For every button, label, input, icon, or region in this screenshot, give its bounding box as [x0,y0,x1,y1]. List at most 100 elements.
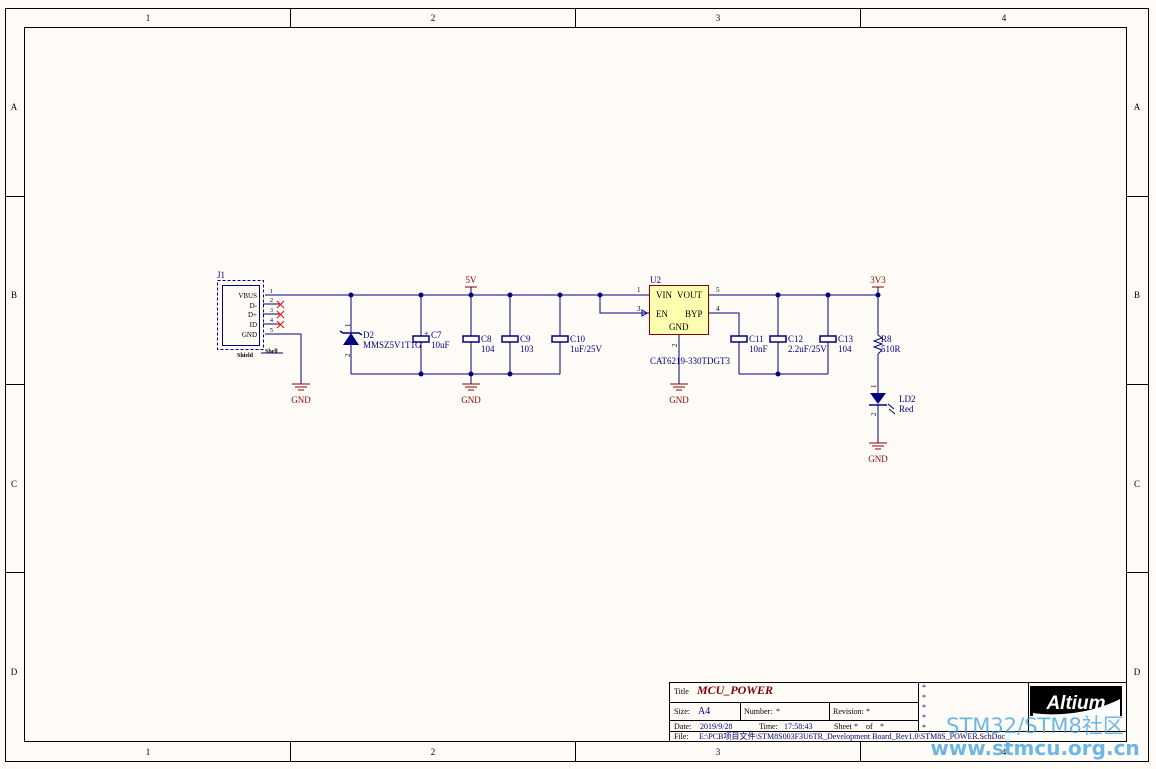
title-block-star-3: * [922,703,926,712]
title-label: Title [674,687,689,696]
c8-value: 104 [481,344,495,354]
wires [265,287,879,443]
date-label: Date: [674,722,691,731]
row-label-right-b: B [1134,290,1140,300]
d2-pin2: 2 [344,353,352,357]
gnd-symbol-input: GND [461,383,481,405]
gnd-label-j1: GND [291,395,311,405]
r8-value: 510R [881,344,901,354]
c12-ref: C12 [788,334,803,344]
row-label-left-d: D [11,667,18,677]
gnd-label-u2: GND [669,395,689,405]
ld2-pin2: 2 [870,412,878,416]
resistor-r8: R8 510R [872,334,901,355]
title-block-star-5: * [922,723,926,732]
time-value: 17:58:43 [784,722,812,731]
net-5v-label: 5V [466,275,478,285]
date-value: 2019/9/28 [700,722,732,731]
size-value: A4 [698,706,710,717]
revision-label: Revision: [833,707,864,716]
j1-pin-num-1: 1 [270,289,273,295]
title-block-star-4: * [922,713,926,722]
j1-pin-name-gnd: GND [242,331,257,339]
ld2-ref: LD2 [899,394,916,404]
col-label-bottom-1: 1 [146,747,151,757]
gnd-symbol-led: GND [868,442,888,464]
j1-pin-num-4: 4 [270,318,273,324]
title-value: MCU_POWER [696,683,773,697]
frame-labels: 1 2 3 4 1 2 3 4 A B C D A B C D [11,13,1141,757]
row-label-right-d: D [1134,667,1141,677]
sheet-frame [5,8,1149,762]
j1-shell-label: Shell [265,349,278,355]
gnd-label-led: GND [868,454,888,464]
power-port-3v3: 3V3 [870,275,886,288]
u2-pin-gnd: GND [669,322,689,332]
c13-value: 104 [838,344,852,354]
u2-pinnum-vin: 1 [637,286,641,294]
regulator-u2: U2 VIN VOUT EN BYP GND 1 3 5 4 2 CAT6219… [637,275,730,366]
u2-pin-vout: VOUT [677,290,702,300]
col-label-bottom-3: 3 [716,747,721,757]
gnd-label-input: GND [461,395,481,405]
size-label: Size: [674,707,690,716]
number-label: Number: [744,707,772,716]
col-label-top-1: 1 [146,13,151,23]
r8-ref: R8 [881,334,892,344]
c11-ref: C11 [749,334,764,344]
col-label-top-2: 2 [431,13,436,23]
j1-pin-num-3: 3 [270,308,273,314]
j1-pin-name-dplus: D+ [248,311,257,319]
altium-logo: Altium [1030,686,1122,716]
c10-value: 1uF/25V [570,344,603,354]
gnd-symbol-j1: GND [291,383,311,405]
d2-pin1: 1 [344,323,352,327]
c7-polarity: + [424,329,429,338]
connector-j1: J1 VBUS D- D+ ID GND 1 2 3 4 5 Shield Sh… [217,270,285,359]
watermark: STM32/STM8社区 www.stmcu.org.cn [930,714,1139,760]
schematic-sheet: 1 2 3 4 1 2 3 4 A B C D A B C D J1 VBUS … [5,8,1149,762]
c10-ref: C10 [570,334,586,344]
ld2-pin1: 1 [870,384,878,388]
capacitors-input: + C7 10uF C8 104 C9 103 C10 1uF/25V [412,329,603,354]
title-block-star-1: * [922,683,926,692]
power-port-5v: 5V [465,275,478,288]
col-label-top-3: 3 [716,13,721,23]
row-label-right-a: A [1134,102,1141,112]
j1-pin-num-5: 5 [270,328,273,334]
c12-value: 2.2uF/25V [788,344,827,354]
c8-ref: C8 [481,334,492,344]
u2-pinnum-en: 3 [637,305,641,313]
watermark-line1: STM32/STM8社区 [946,714,1124,738]
j1-pin-name-dminus: D- [250,302,258,310]
u2-pinnum-byp: 4 [716,305,720,313]
j1-pin-name-vbus: VBUS [238,292,257,300]
row-label-left-a: A [11,102,18,112]
watermark-line2: www.stmcu.org.cn [930,736,1139,760]
file-label: File: [674,732,689,741]
col-label-top-4: 4 [1002,13,1007,23]
diode-d2: 1 2 D2 MMSZ5V1T1G [339,323,422,357]
j1-shield-label: Shield [237,353,254,359]
title-block-star-2: * [922,693,926,702]
c9-value: 103 [520,344,534,354]
capacitors-output: C11 10nF C12 2.2uF/25V C13 104 [730,334,854,354]
j1-ref: J1 [217,270,225,280]
c13-ref: C13 [838,334,854,344]
altium-logo-text: Altium [1045,693,1105,714]
led-ld2: 1 2 LD2 Red [869,384,916,416]
d2-ref: D2 [363,330,374,340]
ld2-value: Red [899,404,914,414]
c7-ref: C7 [431,330,442,340]
col-label-bottom-2: 2 [431,747,436,757]
u2-pin-byp: BYP [685,309,703,319]
u2-part: CAT6219-330TDGT3 [650,356,730,366]
j1-pin-num-2: 2 [270,298,273,304]
u2-pinnum-vout: 5 [716,286,720,294]
c9-ref: C9 [520,334,531,344]
number-value: * [776,707,780,716]
row-label-left-c: C [11,479,17,489]
c7-value: 10uF [431,340,450,350]
of-label: of [866,722,873,731]
u2-pin-en: EN [656,309,668,319]
